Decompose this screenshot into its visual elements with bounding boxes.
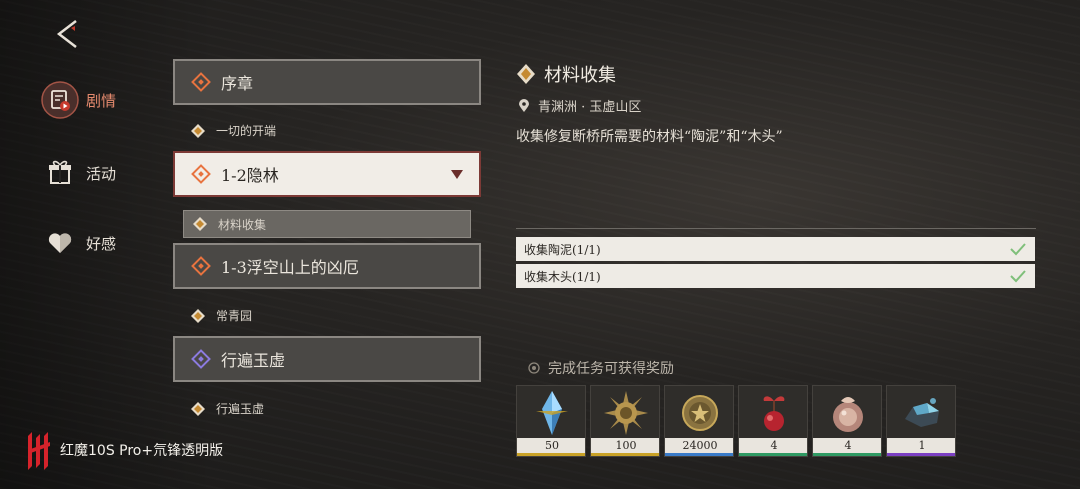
crystal-icon bbox=[517, 386, 585, 440]
chapter-diamond-icon bbox=[191, 72, 211, 92]
reward-list: 50 100 24000 4 4 1 bbox=[516, 385, 956, 457]
collapse-triangle-icon bbox=[451, 170, 463, 179]
quest-diamond-icon bbox=[191, 401, 205, 416]
target-icon bbox=[528, 362, 540, 374]
quest-diamond-icon bbox=[193, 217, 207, 231]
reward-count: 50 bbox=[517, 438, 585, 453]
sub-quest-material-collection[interactable]: 材料收集 bbox=[183, 210, 471, 238]
reward-count: 100 bbox=[591, 438, 659, 453]
sub-quest-label: 常青园 bbox=[216, 309, 253, 323]
check-icon bbox=[1010, 243, 1026, 256]
reward-item[interactable]: 24000 bbox=[664, 385, 734, 457]
sub-quest-travel-yuxu[interactable]: 行遍玉虚 bbox=[190, 400, 264, 417]
reward-item[interactable]: 4 bbox=[812, 385, 882, 457]
sub-quest-label: 材料收集 bbox=[218, 217, 267, 232]
location-pin-icon bbox=[519, 98, 529, 112]
nav-label-activity: 活动 bbox=[86, 164, 117, 183]
back-button[interactable] bbox=[54, 18, 84, 50]
quest-location: 青渊洲 · 玉虚山区 bbox=[518, 96, 641, 115]
nav-item-affection[interactable]: 好感 bbox=[40, 223, 160, 263]
chapter-diamond-icon bbox=[191, 256, 211, 276]
spiked-sun-icon bbox=[591, 386, 659, 440]
sub-quest-evergreen-garden[interactable]: 常青园 bbox=[190, 307, 252, 324]
quest-title-row: 材料收集 bbox=[516, 61, 616, 87]
rarity-bar bbox=[517, 453, 585, 456]
reward-item[interactable]: 50 bbox=[516, 385, 586, 457]
sub-quest-label: 行遍玉虚 bbox=[216, 402, 265, 416]
sub-quest-beginning[interactable]: 一切的开端 bbox=[190, 122, 276, 139]
rarity-bar bbox=[813, 453, 881, 456]
chapter-hidden-forest[interactable]: 1-2隐林 bbox=[173, 151, 481, 197]
divider bbox=[516, 228, 1036, 229]
chapter-travel-yuxu[interactable]: 行遍玉虚 bbox=[173, 336, 481, 382]
objective-text: 收集木头(1/1) bbox=[524, 269, 601, 284]
reward-count: 4 bbox=[813, 438, 881, 453]
berry-icon bbox=[739, 386, 807, 440]
reward-item[interactable]: 4 bbox=[738, 385, 808, 457]
chapter-title: 行遍玉虚 bbox=[221, 351, 286, 370]
device-watermark: 红魔10S Pro+氘锋透明版 bbox=[26, 430, 223, 470]
chapter-floating-mountain[interactable]: 1-3浮空山上的凶厄 bbox=[173, 243, 481, 289]
reward-item[interactable]: 100 bbox=[590, 385, 660, 457]
nav-label-affection: 好感 bbox=[86, 234, 117, 253]
watermark-text: 红魔10S Pro+氘锋透明版 bbox=[60, 443, 224, 459]
reward-count: 24000 bbox=[665, 438, 733, 453]
chapter-title: 1-2隐林 bbox=[221, 166, 279, 185]
rarity-bar bbox=[887, 453, 955, 456]
sub-quest-label: 一切的开端 bbox=[216, 124, 277, 138]
quest-title: 材料收集 bbox=[544, 65, 616, 86]
rewards-header-text: 完成任务可获得奖励 bbox=[548, 361, 674, 377]
chapter-diamond-icon bbox=[191, 349, 211, 369]
quest-diamond-icon bbox=[517, 64, 535, 84]
rarity-bar bbox=[665, 453, 733, 456]
gift-icon bbox=[40, 153, 80, 193]
back-arrow-icon bbox=[56, 20, 77, 48]
quest-diamond-icon bbox=[191, 123, 205, 138]
reward-count: 4 bbox=[739, 438, 807, 453]
check-icon bbox=[1010, 270, 1026, 283]
rarity-bar bbox=[591, 453, 659, 456]
chapter-prologue[interactable]: 序章 bbox=[173, 59, 481, 105]
rewards-header: 完成任务可获得奖励 bbox=[528, 358, 674, 378]
chapter-title: 序章 bbox=[221, 74, 254, 93]
nav-label-story: 剧情 bbox=[86, 91, 117, 110]
nav-item-activity[interactable]: 活动 bbox=[40, 153, 160, 193]
quest-description: 收集修复断桥所需要的材料“陶泥”和“木头” bbox=[516, 129, 783, 145]
red-magic-logo-icon bbox=[28, 432, 50, 470]
story-icon bbox=[40, 80, 80, 120]
chapter-diamond-icon bbox=[191, 164, 211, 184]
reward-count: 1 bbox=[887, 438, 955, 453]
ornament-icon bbox=[813, 386, 881, 440]
objective-row: 收集木头(1/1) bbox=[516, 264, 1035, 288]
chapter-title: 1-3浮空山上的凶厄 bbox=[221, 258, 359, 277]
ore-icon bbox=[887, 386, 955, 440]
reward-item[interactable]: 1 bbox=[886, 385, 956, 457]
coin-icon bbox=[665, 386, 733, 440]
nav-item-story[interactable]: 剧情 bbox=[40, 80, 160, 120]
rarity-bar bbox=[739, 453, 807, 456]
objective-text: 收集陶泥(1/1) bbox=[524, 242, 601, 257]
quest-location-text: 青渊洲 · 玉虚山区 bbox=[538, 100, 642, 115]
objective-row: 收集陶泥(1/1) bbox=[516, 237, 1035, 261]
quest-diamond-icon bbox=[191, 308, 205, 323]
heart-icon bbox=[40, 223, 80, 263]
